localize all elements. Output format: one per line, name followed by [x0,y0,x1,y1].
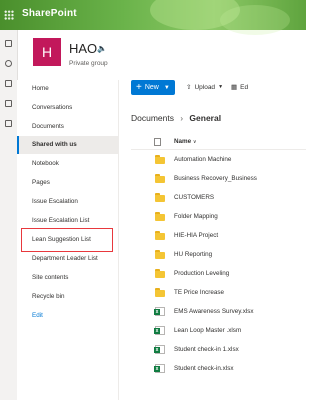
list-row[interactable]: HU Reporting [131,246,306,265]
list-row[interactable]: Automation Machine [131,151,306,170]
excel-file-icon [154,326,165,335]
highlight-annotation-box [21,228,113,252]
file-type-icon[interactable] [154,138,161,146]
list-row[interactable]: Student check-in.xlsx [131,360,306,379]
nav-item-documents[interactable]: Documents [32,123,64,130]
item-name[interactable]: Student check-in 1.xlsx [174,346,239,353]
nav-item-notebook[interactable]: Notebook [32,160,59,167]
item-name[interactable]: Automation Machine [174,156,231,163]
upload-arrow-icon: ⇧ [186,84,192,91]
list-row[interactable]: EMS Awareness Survey.xlsx [131,303,306,322]
site-title[interactable]: HAO [69,41,97,56]
chevron-down-icon: ▼ [218,84,224,90]
app-bar [0,30,18,400]
excel-file-icon [154,345,165,354]
nav-item-department-leader-list[interactable]: Department Leader List [32,255,98,262]
command-bar: + New ▼ ⇧ Upload ▼ ▦ Ed [118,78,306,98]
nav-item-recycle-bin[interactable]: Recycle bin [32,293,65,300]
list-header: Name ∨ [131,135,306,150]
nav-item-home[interactable]: Home [32,85,49,92]
upload-button[interactable]: ⇧ Upload ▼ [186,83,224,92]
item-name[interactable]: EMS Awareness Survey.xlsx [174,308,254,315]
edit-grid-button[interactable]: ▦ Ed [231,83,249,92]
list-row[interactable]: Business Recovery_Business [131,170,306,189]
breadcrumb: Documents › General [131,113,221,123]
column-header-name[interactable]: Name ∨ [174,138,197,145]
list-row[interactable]: Student check-in 1.xlsx [131,341,306,360]
speaker-icon: 🔈 [97,44,107,53]
folder-icon [155,174,165,183]
folder-icon [155,212,165,221]
breadcrumb-current: General [189,113,222,123]
suite-bar: SharePoint [0,0,306,35]
grid-icon: ▦ [231,84,238,91]
item-name[interactable]: CUSTOMERS [174,194,214,201]
news-icon[interactable] [5,80,12,87]
new-button-label: New [144,84,159,91]
excel-file-icon [154,307,165,316]
globe-icon[interactable] [5,60,12,67]
nav-item-pages[interactable]: Pages [32,179,50,186]
item-name[interactable]: HIE-HIA Project [174,232,218,239]
item-name[interactable]: Business Recovery_Business [174,175,257,182]
item-name[interactable]: Student check-in.xlsx [174,365,234,372]
item-name[interactable]: Folder Mapping [174,213,218,220]
folder-icon [155,231,165,240]
list-row[interactable]: TE Price Increase [131,284,306,303]
lists-icon[interactable] [5,120,12,127]
list-row[interactable]: Production Leveling [131,265,306,284]
nav-item-issue-escalation[interactable]: Issue Escalation [32,198,78,205]
nav-item-conversations[interactable]: Conversations [32,104,72,111]
item-name[interactable]: TE Price Increase [174,289,224,296]
folder-icon [155,155,165,164]
chevron-down-icon: ▼ [163,84,170,91]
selected-nav-indicator [17,136,19,154]
item-name[interactable]: Production Leveling [174,270,229,277]
nav-item-site-contents[interactable]: Site contents [32,274,68,281]
edit-grid-label: Ed [240,83,249,91]
new-button[interactable]: + New ▼ [131,80,175,95]
breadcrumb-documents[interactable]: Documents [131,113,174,123]
nav-item-shared-with-us[interactable]: Shared with us [32,141,77,148]
folder-icon [155,250,165,259]
folder-icon [155,269,165,278]
site-logo[interactable]: H [33,38,61,66]
site-subtitle: Private group [69,60,108,67]
excel-file-icon [154,364,165,373]
list-row[interactable]: Lean Loop Master .xlsm [131,322,306,341]
nav-edit-link[interactable]: Edit [32,312,43,319]
suite-brand[interactable]: SharePoint [22,8,77,19]
list-row[interactable]: CUSTOMERS [131,189,306,208]
item-name[interactable]: HU Reporting [174,251,212,258]
item-name[interactable]: Lean Loop Master .xlsm [174,327,241,334]
chevron-right-icon: › [180,114,184,123]
app-launcher-icon[interactable] [4,10,14,20]
upload-button-label: Upload [194,83,216,91]
list-row[interactable]: HIE-HIA Project [131,227,306,246]
folder-icon [155,288,165,297]
home-icon[interactable] [5,40,12,47]
list-row[interactable]: Folder Mapping [131,208,306,227]
plus-icon: + [136,81,142,93]
folder-icon [155,193,165,202]
files-icon[interactable] [5,100,12,107]
nav-item-issue-escalation-list[interactable]: Issue Escalation List [32,217,89,224]
